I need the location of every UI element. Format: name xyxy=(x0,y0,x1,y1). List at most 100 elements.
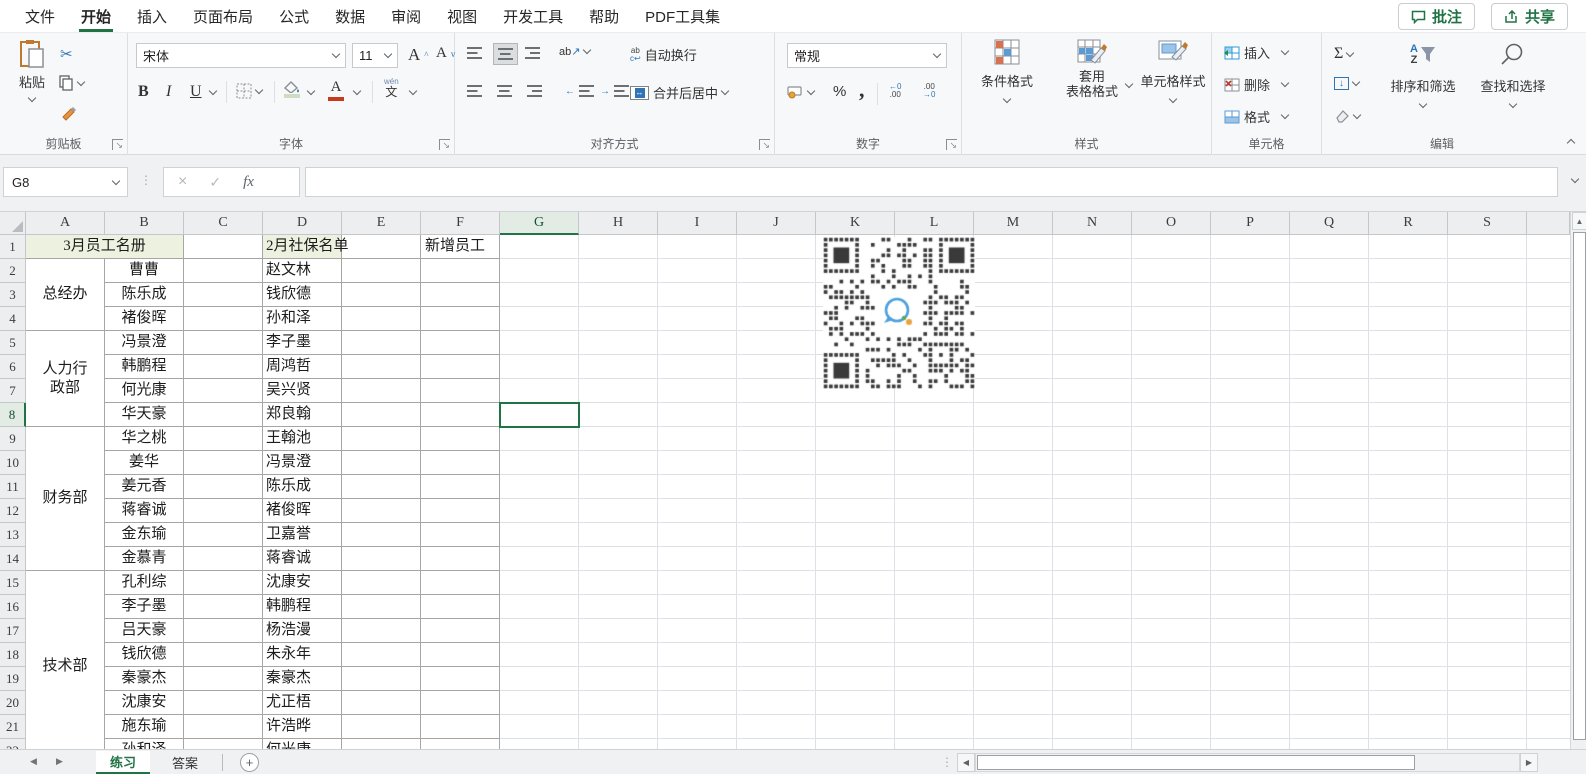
horizontal-scroll-thumb[interactable] xyxy=(977,755,1415,770)
cell[interactable] xyxy=(1527,547,1570,571)
cell[interactable] xyxy=(1053,379,1132,403)
cell[interactable] xyxy=(816,739,895,749)
cell-b4[interactable]: 褚俊晖 xyxy=(105,307,183,330)
cell[interactable] xyxy=(974,499,1053,523)
cell[interactable] xyxy=(737,619,816,643)
cell[interactable] xyxy=(184,283,263,307)
cell[interactable] xyxy=(895,739,974,749)
cell[interactable] xyxy=(1369,691,1448,715)
cell[interactable] xyxy=(184,427,263,451)
cell[interactable] xyxy=(500,259,579,283)
share-button[interactable]: 共享 xyxy=(1491,3,1568,30)
cell[interactable] xyxy=(1211,307,1290,331)
cell[interactable] xyxy=(1132,715,1211,739)
row-header-14[interactable]: 14 xyxy=(0,547,26,571)
cell[interactable] xyxy=(184,643,263,667)
cell[interactable] xyxy=(658,427,737,451)
column-header-A[interactable]: A xyxy=(26,212,105,235)
active-cell-G8[interactable] xyxy=(499,402,580,428)
sort-filter-dropdown-icon[interactable] xyxy=(1419,100,1427,108)
delete-cells-button[interactable]: 删除 xyxy=(1224,75,1288,94)
cell[interactable] xyxy=(342,547,421,571)
cell[interactable] xyxy=(1527,355,1570,379)
orientation-dropdown-icon[interactable] xyxy=(583,46,591,54)
row-header-3[interactable]: 3 xyxy=(0,283,26,307)
cell[interactable] xyxy=(1448,643,1527,667)
cell[interactable] xyxy=(737,427,816,451)
cell[interactable] xyxy=(737,523,816,547)
number-format-select[interactable]: 常规 xyxy=(787,43,947,68)
cell[interactable] xyxy=(342,283,421,307)
cell[interactable] xyxy=(1527,235,1570,259)
cell[interactable] xyxy=(421,619,500,643)
cell[interactable] xyxy=(1132,379,1211,403)
cell[interactable] xyxy=(1211,259,1290,283)
cell[interactable] xyxy=(1211,475,1290,499)
cell[interactable] xyxy=(658,355,737,379)
cell[interactable] xyxy=(1448,595,1527,619)
cell[interactable] xyxy=(1527,739,1570,749)
cell[interactable] xyxy=(1369,379,1448,403)
cell[interactable] xyxy=(816,619,895,643)
cell[interactable] xyxy=(1448,355,1527,379)
add-sheet-button[interactable]: + xyxy=(240,753,259,772)
accounting-dropdown-icon[interactable] xyxy=(807,86,815,94)
cell[interactable] xyxy=(342,475,421,499)
cell[interactable] xyxy=(579,235,658,259)
cell[interactable] xyxy=(1211,235,1290,259)
cell[interactable] xyxy=(184,355,263,379)
cell[interactable] xyxy=(1448,691,1527,715)
cell[interactable] xyxy=(1053,643,1132,667)
column-header-F[interactable]: F xyxy=(421,212,500,235)
cell[interactable] xyxy=(895,643,974,667)
menu-tab-数据[interactable]: 数据 xyxy=(322,0,378,32)
menu-tab-视图[interactable]: 视图 xyxy=(434,0,490,32)
cell[interactable] xyxy=(658,523,737,547)
cell[interactable] xyxy=(1290,283,1369,307)
cell-b6[interactable]: 韩鹏程 xyxy=(105,355,183,378)
cell[interactable] xyxy=(500,595,579,619)
cell[interactable] xyxy=(895,715,974,739)
cell[interactable] xyxy=(342,355,421,379)
column-header-P[interactable]: P xyxy=(1211,212,1290,235)
scroll-left-button[interactable]: ◀ xyxy=(957,753,975,772)
cell[interactable] xyxy=(737,499,816,523)
cell[interactable] xyxy=(974,283,1053,307)
cell[interactable] xyxy=(1369,499,1448,523)
cell[interactable] xyxy=(1369,403,1448,427)
sheet-nav-next-icon[interactable]: ▶ xyxy=(56,756,63,767)
cell[interactable] xyxy=(1211,403,1290,427)
underline-button[interactable]: U xyxy=(190,83,202,101)
format-cells-dropdown-icon[interactable] xyxy=(1281,111,1289,119)
cell-d19[interactable]: 秦豪杰 xyxy=(266,667,311,690)
cell[interactable] xyxy=(1211,427,1290,451)
cell[interactable] xyxy=(342,451,421,475)
copy-button[interactable] xyxy=(58,75,84,91)
cell-d13[interactable]: 卫嘉誉 xyxy=(266,523,311,546)
cell[interactable] xyxy=(1448,379,1527,403)
comma-style-button[interactable]: , xyxy=(859,77,865,103)
cell-d8[interactable]: 郑良翰 xyxy=(266,403,311,426)
cell[interactable] xyxy=(421,571,500,595)
cell[interactable] xyxy=(1448,499,1527,523)
cell[interactable] xyxy=(1448,715,1527,739)
row-header-20[interactable]: 20 xyxy=(0,691,26,715)
cell[interactable] xyxy=(974,235,1053,259)
cell[interactable] xyxy=(895,595,974,619)
cell[interactable] xyxy=(421,259,500,283)
borders-button[interactable] xyxy=(236,83,262,99)
cell[interactable] xyxy=(895,547,974,571)
cell[interactable] xyxy=(184,475,263,499)
cell[interactable] xyxy=(1290,355,1369,379)
column-header-S[interactable]: S xyxy=(1448,212,1527,235)
column-header-L[interactable]: L xyxy=(895,212,974,235)
phonetic-dropdown-icon[interactable] xyxy=(409,87,417,95)
cell[interactable] xyxy=(1527,379,1570,403)
cell[interactable] xyxy=(737,571,816,595)
row-header-8[interactable]: 8 xyxy=(0,403,26,427)
fill-button[interactable]: ↓ xyxy=(1334,77,1359,90)
scroll-right-button[interactable]: ▶ xyxy=(1520,753,1538,772)
row-header-18[interactable]: 18 xyxy=(0,643,26,667)
cell[interactable] xyxy=(184,523,263,547)
cell[interactable] xyxy=(500,355,579,379)
